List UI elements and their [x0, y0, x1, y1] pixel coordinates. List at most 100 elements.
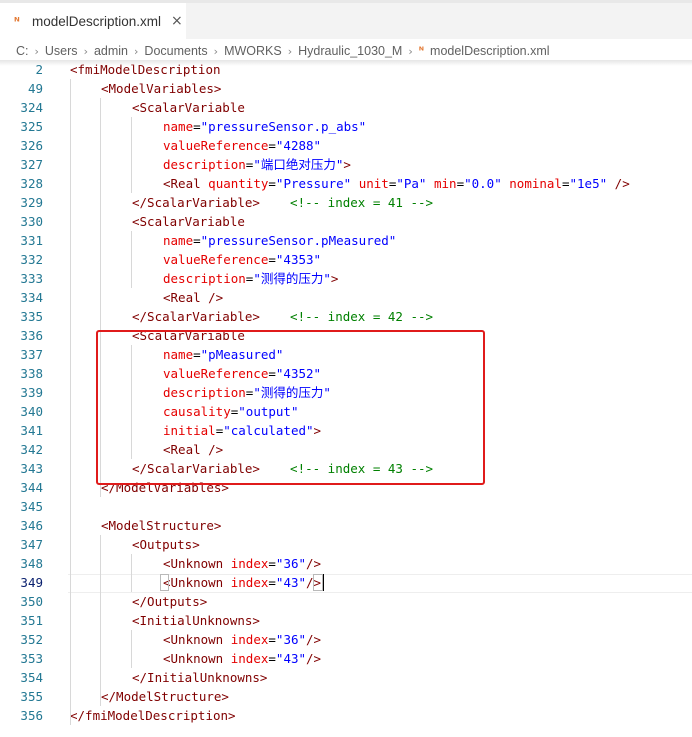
code-line[interactable]: 346 <ModelStructure> [0, 516, 692, 535]
code-line[interactable]: 351 <InitialUnknowns> [0, 611, 692, 630]
code-text: </ScalarVariable> <!-- index = 42 --> [132, 307, 433, 326]
code-token: "Pa" [396, 176, 427, 191]
code-token: = [268, 632, 276, 647]
code-text: </ScalarVariable> <!-- index = 41 --> [132, 193, 433, 212]
code-token: <Real [163, 176, 201, 191]
code-line[interactable]: 333 description="测得的压力"> [0, 269, 692, 288]
code-line[interactable]: 349 <Unknown index="43"/> [0, 573, 692, 592]
indent-guide [131, 117, 132, 193]
code-token: = [268, 176, 276, 191]
line-number: 336 [20, 328, 43, 343]
rss-xml-icon: ᴺ [418, 45, 425, 57]
line-number: 345 [20, 499, 43, 514]
line-number: 329 [20, 195, 43, 210]
line-number: 343 [20, 461, 43, 476]
code-token: = [193, 233, 201, 248]
line-number: 353 [20, 651, 43, 666]
code-token: /> [306, 632, 322, 647]
code-text: <Unknown index="36"/> [163, 554, 321, 573]
code-line[interactable]: 329 </ScalarVariable> <!-- index = 41 --> [0, 193, 692, 212]
code-token: <Outputs> [132, 537, 200, 552]
breadcrumb-item[interactable]: admin [94, 44, 128, 58]
code-token: <Unknown [163, 575, 224, 590]
code-token: </InitialUnknowns> [132, 670, 268, 685]
code-text: name="pressureSensor.pMeasured" [163, 231, 396, 250]
bracket-match-highlight [313, 574, 323, 591]
chevron-right-icon: › [287, 44, 293, 58]
line-number: 338 [20, 366, 43, 381]
code-text: <Real quantity="Pressure" unit="Pa" min=… [163, 174, 630, 193]
code-token: > [343, 157, 351, 172]
code-line[interactable]: 330 <ScalarVariable [0, 212, 692, 231]
line-number: 339 [20, 385, 43, 400]
code-token: <Unknown [163, 632, 224, 647]
code-line[interactable]: 348 <Unknown index="36"/> [0, 554, 692, 573]
code-token: "4353" [275, 252, 322, 267]
code-token: name [163, 233, 194, 248]
code-line[interactable]: 356 </fmiModelDescription> [0, 706, 692, 725]
code-line[interactable]: 353 <Unknown index="43"/> [0, 649, 692, 668]
code-token: "pressureSensor.p_abs" [200, 119, 367, 134]
tab-bar: ᴺ modelDescription.xml × [0, 3, 692, 39]
breadcrumb-item[interactable]: Documents [144, 44, 207, 58]
code-token: = [268, 138, 276, 153]
code-token: "43" [275, 651, 307, 666]
breadcrumb-item[interactable]: C: [16, 44, 29, 58]
code-token: "端口绝对压力" [253, 157, 344, 172]
line-number: 341 [20, 423, 43, 438]
code-token: </Outputs> [132, 594, 208, 609]
chevron-right-icon: › [408, 44, 413, 58]
code-editor[interactable]: 2 <fmiModelDescription 49 <ModelVariables> 3… [0, 60, 692, 737]
code-line[interactable]: 332 valueReference="4353" [0, 250, 692, 269]
code-line[interactable]: 350 </Outputs> [0, 592, 692, 611]
code-text: <ModelStructure> [101, 516, 221, 535]
code-token: <Unknown [163, 651, 224, 666]
code-token: <!-- index = 41 --> [290, 195, 434, 210]
breadcrumb-item[interactable]: modelDescription.xml [430, 44, 549, 58]
code-line[interactable]: 49 <ModelVariables> [0, 79, 692, 98]
line-number: 324 [20, 100, 43, 115]
code-line[interactable]: 352 <Unknown index="36"/> [0, 630, 692, 649]
code-text: <Unknown index="36"/> [163, 630, 321, 649]
code-line[interactable]: 324 <ScalarVariable [0, 98, 692, 117]
chevron-right-icon: › [213, 44, 219, 58]
line-number: 325 [20, 119, 43, 134]
close-icon[interactable]: × [171, 13, 183, 29]
code-text: <Unknown index="43"/> [163, 573, 321, 592]
code-text: </InitialUnknowns> [132, 668, 267, 687]
line-number: 342 [20, 442, 43, 457]
code-token: "pressureSensor.pMeasured" [200, 233, 397, 248]
code-token: <ScalarVariable [132, 100, 245, 115]
code-token: /> [306, 651, 322, 666]
code-line[interactable]: 325 name="pressureSensor.p_abs" [0, 117, 692, 136]
tab-label: modelDescription.xml [32, 13, 162, 29]
code-token: unit [358, 176, 389, 191]
code-token: index [230, 575, 269, 590]
code-line[interactable]: 334 <Real /> [0, 288, 692, 307]
code-token: /> [614, 176, 630, 191]
code-line[interactable]: 355 </ModelStructure> [0, 687, 692, 706]
tab-modeldescription-xml[interactable]: ᴺ modelDescription.xml × [0, 3, 186, 39]
code-line[interactable]: 326 valueReference="4288" [0, 136, 692, 155]
code-line[interactable]: 354 </InitialUnknowns> [0, 668, 692, 687]
code-line[interactable]: 345 [0, 497, 692, 516]
code-line[interactable]: 331 name="pressureSensor.pMeasured" [0, 231, 692, 250]
code-token: nominal [509, 176, 562, 191]
code-token: "Pressure" [275, 176, 352, 191]
breadcrumb-item[interactable]: Hydraulic_1030_M [298, 44, 402, 58]
breadcrumb-item[interactable]: MWORKS [224, 44, 282, 58]
line-number: 331 [20, 233, 43, 248]
code-text: valueReference="4288" [163, 136, 321, 155]
code-line[interactable]: 335 </ScalarVariable> <!-- index = 42 --> [0, 307, 692, 326]
code-line[interactable]: 328 <Real quantity="Pressure" unit="Pa" m… [0, 174, 692, 193]
code-line[interactable]: 327 description="端口绝对压力"> [0, 155, 692, 174]
code-text: <InitialUnknowns> [132, 611, 260, 630]
code-line[interactable]: 347 <Outputs> [0, 535, 692, 554]
code-token: <InitialUnknowns> [132, 613, 260, 628]
code-token: </ScalarVariable> [132, 195, 260, 210]
code-token: = [193, 119, 201, 134]
breadcrumb-item[interactable]: Users [45, 44, 78, 58]
